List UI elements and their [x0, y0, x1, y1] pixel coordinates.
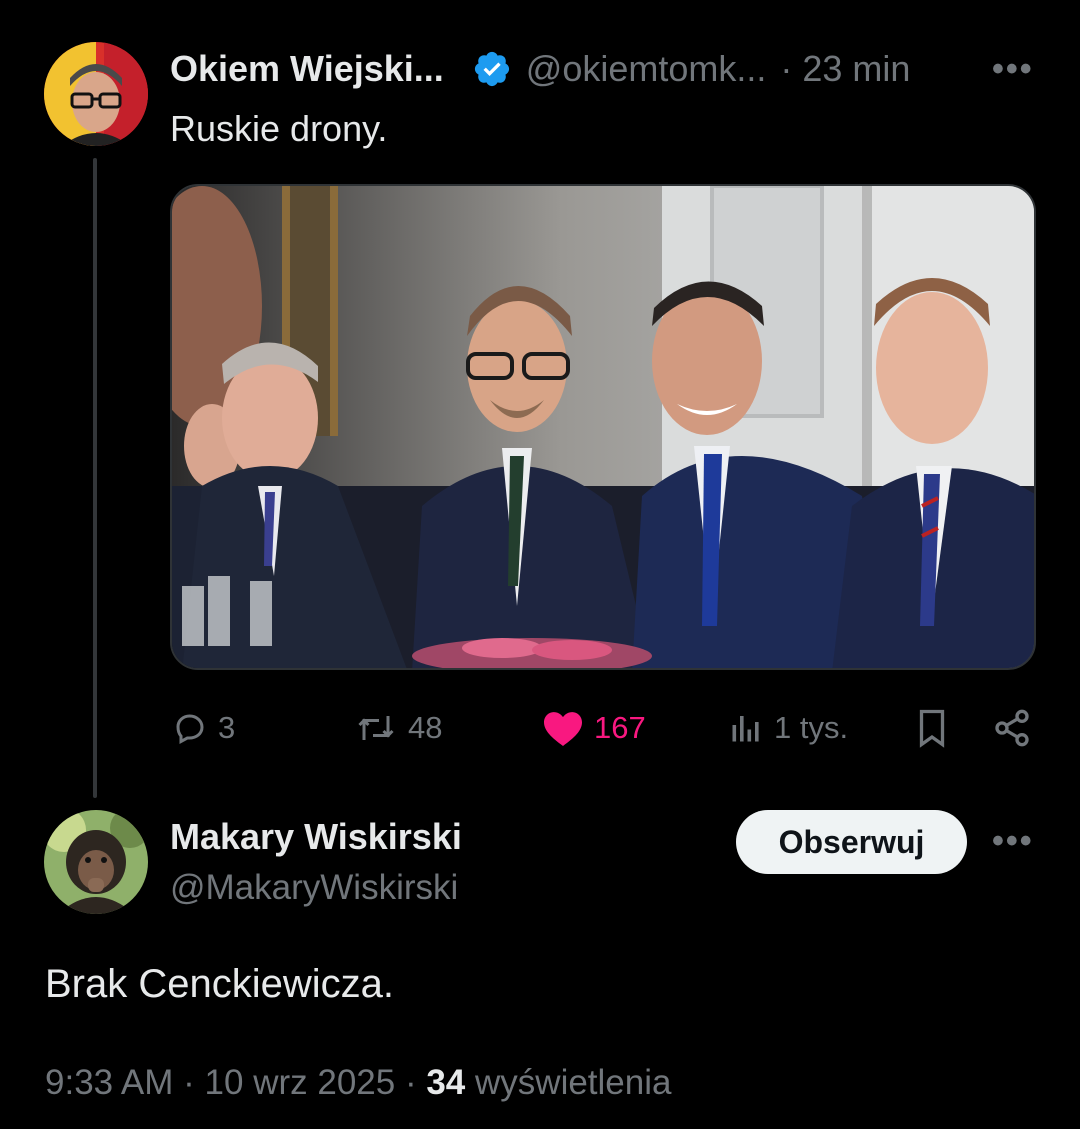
- dot-separator: ·: [780, 48, 793, 89]
- verified-badge-icon[interactable]: [472, 49, 512, 89]
- reply-button[interactable]: 3: [172, 700, 235, 756]
- author-avatar[interactable]: [44, 42, 148, 146]
- like-count: 167: [594, 710, 646, 745]
- reply-author-handle[interactable]: @MakaryWiskirski: [170, 868, 458, 908]
- views-button[interactable]: 1 tys.: [728, 700, 848, 756]
- more-options-icon[interactable]: •••: [992, 50, 1034, 89]
- reply-time[interactable]: 9:33 AM: [45, 1063, 173, 1102]
- reply-views-count: 34: [426, 1063, 466, 1102]
- bookmark-button[interactable]: [914, 700, 950, 756]
- follow-button[interactable]: Obserwuj: [736, 810, 967, 874]
- repost-icon: [358, 716, 394, 740]
- repost-button[interactable]: 48: [354, 700, 442, 756]
- reply-author-avatar[interactable]: [44, 810, 148, 914]
- tweet-time[interactable]: 23 min: [802, 48, 910, 90]
- reply-date[interactable]: 10 wrz 2025: [205, 1063, 396, 1102]
- like-button[interactable]: 167: [542, 700, 646, 756]
- bookmark-icon: [919, 709, 945, 748]
- tweet-header: Okiem Wiejski... @okiemtomk... · 23 min: [170, 46, 910, 92]
- tweet-action-bar: 3 48 167 1 tys.: [170, 700, 1036, 756]
- reply-text: Brak Cenckiewicza.: [45, 962, 395, 1006]
- repost-count: 48: [408, 710, 443, 745]
- tweet-photo[interactable]: [170, 184, 1036, 670]
- reply-views-label: wyświetlenia: [475, 1063, 672, 1102]
- heart-icon: [544, 712, 582, 746]
- reply-author-name[interactable]: Makary Wiskirski: [170, 816, 462, 858]
- reply-count: 3: [218, 710, 236, 745]
- reply-more-options-icon[interactable]: •••: [992, 822, 1034, 861]
- share-icon: [995, 709, 1029, 747]
- reply-icon: [176, 714, 204, 745]
- analytics-bars-icon: [732, 716, 759, 742]
- views-count: 1 tys.: [774, 710, 849, 745]
- author-handle[interactable]: @okiemtomk...: [526, 48, 767, 90]
- share-button[interactable]: [992, 700, 1032, 756]
- author-name[interactable]: Okiem Wiejski...: [170, 48, 444, 90]
- reply-metadata: 9:33 AM · 10 wrz 2025 · 34 wyświetlenia: [45, 1063, 672, 1102]
- thread-connector-line: [93, 158, 97, 798]
- tweet-text: Ruskie drony.: [170, 108, 388, 149]
